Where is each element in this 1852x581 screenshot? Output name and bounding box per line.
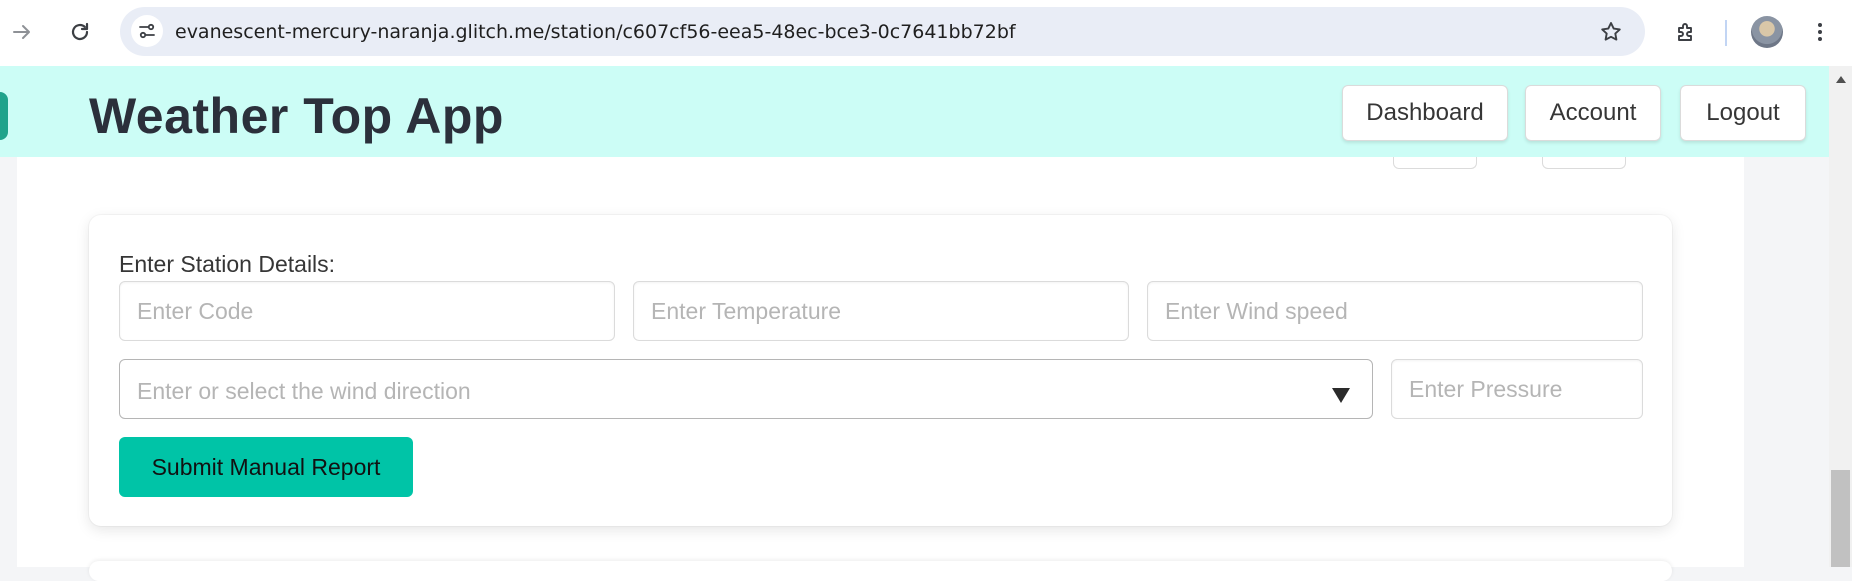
account-button[interactable]: Account: [1525, 85, 1661, 141]
address-bar[interactable]: evanescent-mercury-naranja.glitch.me/sta…: [120, 7, 1645, 56]
wind-direction-placeholder: Enter or select the wind direction: [137, 378, 471, 404]
logo-icon[interactable]: [0, 92, 8, 140]
bookmark-star-icon[interactable]: [1597, 18, 1625, 46]
wind-speed-input[interactable]: [1147, 281, 1643, 341]
url-text[interactable]: evanescent-mercury-naranja.glitch.me/sta…: [175, 21, 1016, 43]
submit-manual-report-button[interactable]: Submit Manual Report: [119, 437, 413, 497]
logout-button[interactable]: Logout: [1680, 85, 1806, 141]
temperature-input[interactable]: [633, 281, 1129, 341]
site-info-icon[interactable]: [131, 15, 163, 47]
scroll-up-icon[interactable]: [1836, 76, 1846, 83]
app-title[interactable]: Weather Top App: [89, 87, 504, 145]
chevron-down-icon[interactable]: [1332, 388, 1350, 403]
profile-avatar[interactable]: [1751, 16, 1783, 48]
reload-icon[interactable]: [62, 14, 98, 50]
next-section-box: [89, 561, 1672, 581]
extensions-icon[interactable]: [1668, 14, 1704, 50]
toolbar-separator: [1725, 20, 1727, 46]
dashboard-button[interactable]: Dashboard: [1342, 85, 1508, 141]
browser-toolbar: evanescent-mercury-naranja.glitch.me/sta…: [0, 0, 1852, 67]
wind-direction-select[interactable]: Enter or select the wind direction: [119, 359, 1373, 419]
page-scrollbar[interactable]: [1829, 66, 1852, 567]
forward-icon[interactable]: [4, 14, 40, 50]
code-input[interactable]: [119, 281, 615, 341]
pressure-input[interactable]: [1391, 359, 1643, 419]
form-label: Enter Station Details:: [119, 251, 336, 277]
scroll-thumb[interactable]: [1831, 470, 1850, 567]
more-menu-icon[interactable]: [1802, 14, 1838, 50]
